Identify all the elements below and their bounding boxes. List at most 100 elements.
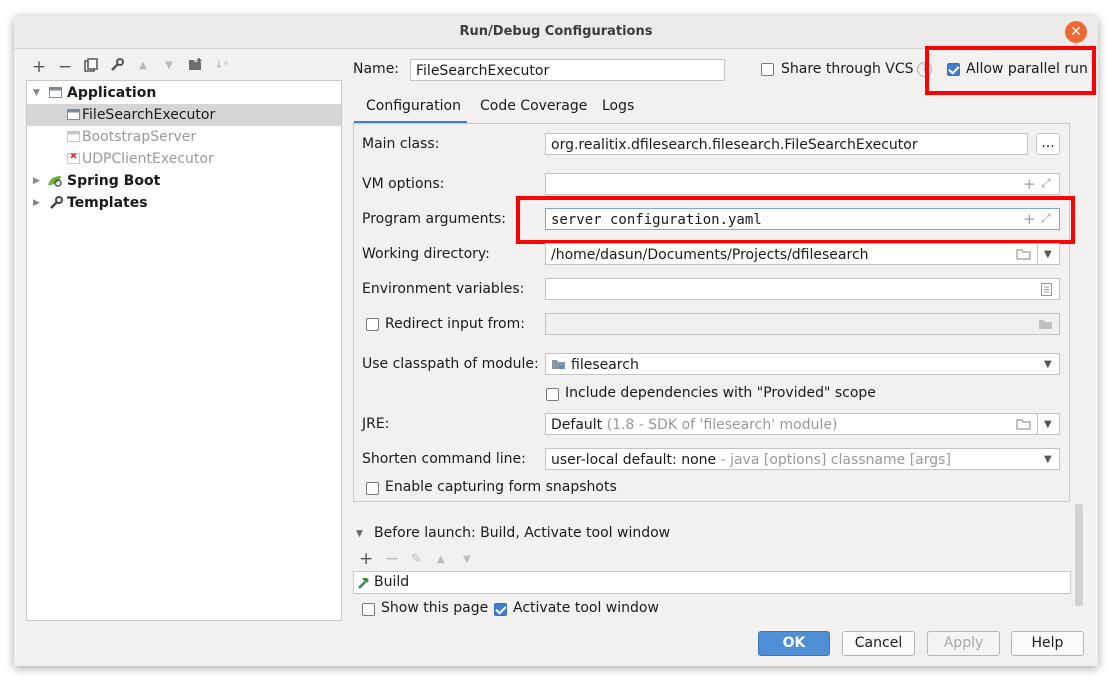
working-dir-label: Working directory: — [362, 246, 490, 262]
program-args-input[interactable]: server configuration.yaml — [545, 208, 1060, 230]
new-folder-icon[interactable] — [187, 58, 203, 75]
include-deps-checkbox[interactable] — [546, 388, 559, 401]
name-label: Name: — [353, 61, 400, 77]
redirect-input-label: Redirect input from: — [385, 316, 525, 332]
vm-options-label: VM options: — [362, 176, 445, 192]
tab-code-coverage[interactable]: Code Coverage — [480, 98, 587, 114]
activate-tool-label: Activate tool window — [513, 600, 659, 616]
document-icon[interactable] — [1041, 283, 1052, 296]
add-icon[interactable]: + — [359, 549, 373, 569]
folder-icon[interactable] — [1016, 419, 1031, 430]
hammer-icon — [358, 578, 369, 589]
folder-icon — [1039, 320, 1052, 329]
tree-label-templates: Templates — [67, 195, 148, 211]
collapse-arrow-icon[interactable]: ▼ — [356, 529, 363, 539]
tree-item-spring-boot[interactable]: ▶ Spring Boot — [27, 170, 341, 192]
expand-icon[interactable]: ⤢ — [1041, 211, 1051, 226]
expand-arrow-icon[interactable]: ▼ — [33, 82, 40, 104]
ok-button[interactable]: OK — [758, 631, 830, 656]
shorten-cmd-label: Shorten command line: — [362, 451, 526, 467]
edit-icon[interactable]: ✎ — [411, 552, 422, 567]
tree-item-udpclientexecutor[interactable]: UDPClientExecutor — [27, 148, 341, 170]
share-vcs-label: Share through VCS — [781, 61, 914, 77]
title-bar: Run/Debug Configurations ✕ — [14, 16, 1098, 49]
cancel-button[interactable]: Cancel — [842, 631, 915, 656]
remove-icon[interactable]: − — [385, 549, 399, 569]
shorten-cmd-value: user-local default: none — [551, 452, 717, 468]
tree-label: UDPClientExecutor — [82, 151, 214, 167]
module-folder-icon — [552, 360, 565, 369]
classpath-select[interactable]: filesearch — [545, 353, 1060, 375]
move-down-icon[interactable]: ▼ — [161, 60, 177, 71]
copy-icon[interactable] — [83, 58, 99, 76]
application-icon — [67, 131, 80, 142]
env-vars-input[interactable] — [545, 278, 1060, 300]
tree-item-bootstrapserver[interactable]: BootstrapServer — [27, 126, 341, 148]
expand-icon[interactable]: ⤢ — [1041, 176, 1051, 191]
application-icon — [49, 87, 62, 98]
tree-label: BootstrapServer — [82, 129, 197, 145]
dropdown-arrow-icon[interactable]: ▼ — [1044, 359, 1052, 370]
main-class-input[interactable]: org.realitix.dfilesearch.filesearch.File… — [545, 133, 1028, 155]
vm-options-input[interactable] — [545, 173, 1060, 195]
jre-value: Default — [551, 417, 603, 433]
capture-snapshots-checkbox[interactable] — [366, 482, 379, 495]
tab-logs[interactable]: Logs — [602, 98, 634, 114]
separator — [1037, 244, 1038, 264]
main-class-label: Main class: — [362, 136, 440, 152]
dropdown-arrow-icon[interactable]: ▼ — [1044, 454, 1052, 465]
application-icon — [67, 109, 80, 120]
browse-button[interactable]: ... — [1036, 133, 1060, 155]
show-page-checkbox[interactable] — [362, 603, 375, 616]
dropdown-arrow-icon[interactable]: ▼ — [1044, 249, 1052, 260]
dropdown-arrow-icon[interactable]: ▼ — [1044, 419, 1052, 430]
wrench-icon — [50, 196, 63, 209]
jre-select[interactable]: Default (1.8 - SDK of 'filesearch' modul… — [545, 413, 1060, 435]
redirect-input-checkbox[interactable] — [366, 318, 379, 331]
tab-configuration[interactable]: Configuration — [366, 98, 461, 114]
tree-label-application: Application — [67, 85, 157, 101]
folder-icon[interactable] — [1016, 249, 1031, 260]
activate-tool-checkbox[interactable] — [494, 603, 507, 616]
expand-arrow-icon[interactable]: ▶ — [33, 170, 40, 192]
jre-hint: (1.8 - SDK of 'filesearch' module) — [606, 417, 838, 433]
add-icon[interactable]: + — [1023, 210, 1036, 228]
shorten-cmd-hint: - java [options] classname [args] — [720, 452, 951, 468]
spring-boot-icon — [48, 176, 62, 187]
dialog-title: Run/Debug Configurations — [459, 24, 653, 39]
tree-label: FileSearchExecutor — [82, 107, 216, 123]
move-up-icon[interactable]: ▲ — [437, 554, 445, 565]
shorten-cmd-select[interactable]: user-local default: none - java [options… — [545, 448, 1060, 470]
separator — [1037, 414, 1038, 434]
tree-item-application[interactable]: ▼ Application — [27, 82, 341, 104]
include-deps-label: Include dependencies with "Provided" sco… — [565, 385, 876, 401]
share-vcs-checkbox[interactable] — [761, 63, 774, 76]
capture-snapshots-label: Enable capturing form snapshots — [385, 479, 617, 495]
name-input[interactable]: FileSearchExecutor — [410, 59, 725, 81]
remove-icon[interactable]: − — [57, 57, 73, 77]
apply-button[interactable]: Apply — [927, 631, 1000, 656]
add-icon[interactable]: + — [1023, 175, 1036, 193]
run-debug-dialog: Run/Debug Configurations ✕ + − ▲ ▼ ↓ᵃ ▼ … — [14, 16, 1098, 666]
add-icon[interactable]: + — [31, 57, 47, 77]
wrench-icon[interactable] — [109, 58, 125, 76]
expand-arrow-icon[interactable]: ▶ — [33, 192, 40, 214]
move-down-icon[interactable]: ▼ — [463, 554, 471, 565]
tree-item-templates[interactable]: ▶ Templates — [27, 192, 341, 214]
list-item-build[interactable]: Build — [354, 572, 1070, 593]
before-launch-list: Build — [353, 571, 1071, 594]
close-button[interactable]: ✕ — [1065, 21, 1087, 43]
help-button[interactable]: Help — [1011, 631, 1084, 656]
allow-parallel-checkbox[interactable] — [947, 63, 960, 76]
move-up-icon[interactable]: ▲ — [135, 60, 151, 71]
tree-item-filesearchexecutor[interactable]: FileSearchExecutor — [27, 104, 341, 126]
sort-icon[interactable]: ↓ᵃ — [213, 58, 229, 71]
redirect-input-field — [545, 313, 1060, 335]
working-dir-input[interactable]: /home/dasun/Documents/Projects/dfilesear… — [545, 243, 1060, 265]
classpath-label: Use classpath of module: — [362, 356, 539, 372]
env-vars-label: Environment variables: — [362, 281, 525, 297]
error-application-icon — [67, 153, 80, 164]
show-page-label: Show this page — [381, 600, 489, 616]
scrollbar[interactable] — [1075, 504, 1083, 606]
before-launch-title: Before launch: Build, Activate tool wind… — [374, 525, 671, 541]
